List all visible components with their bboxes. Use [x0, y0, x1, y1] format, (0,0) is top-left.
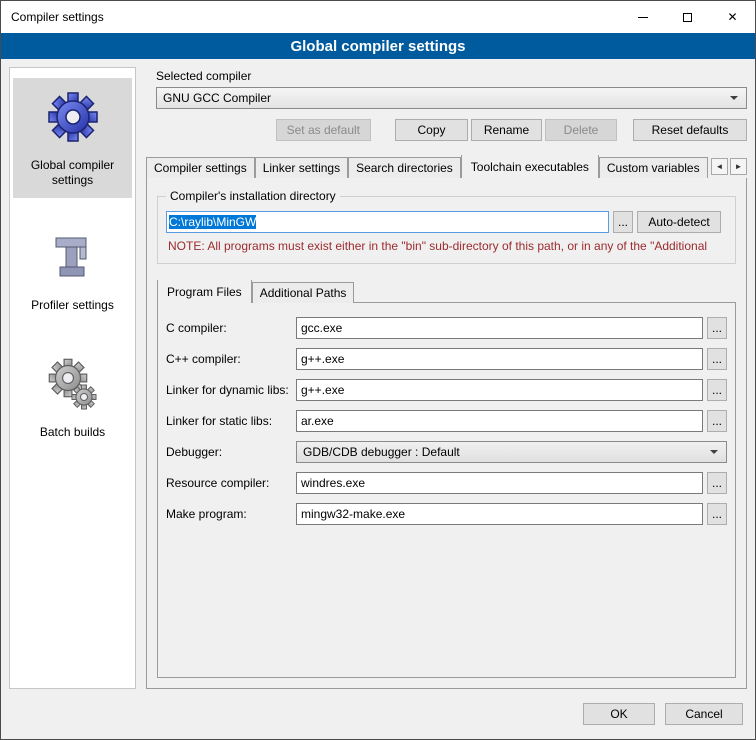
- tab-scroll-left-icon[interactable]: ◄: [711, 158, 728, 175]
- sidebar-item-profiler-settings[interactable]: Profiler settings: [13, 222, 132, 323]
- browse-static-linker-button[interactable]: ...: [707, 410, 727, 432]
- installation-directory-row: C:\raylib\MinGW ... Auto-detect: [166, 211, 721, 233]
- tab-program-files[interactable]: Program Files: [157, 280, 252, 303]
- copy-button[interactable]: Copy: [395, 119, 468, 141]
- make-program-label: Make program:: [166, 507, 296, 521]
- resource-compiler-input[interactable]: windres.exe: [296, 472, 703, 494]
- settings-sidebar: Global compiler settings Profiler settin…: [9, 67, 136, 689]
- field-row-resource-compiler: Resource compiler: windres.exe ...: [166, 472, 727, 494]
- tab-compiler-settings[interactable]: Compiler settings: [146, 157, 255, 178]
- delete-button[interactable]: Delete: [545, 119, 617, 141]
- sidebar-item-batch-builds[interactable]: Batch builds: [13, 347, 132, 450]
- dynamic-linker-label: Linker for dynamic libs:: [166, 383, 296, 397]
- browse-make-program-button[interactable]: ...: [707, 503, 727, 525]
- debugger-label: Debugger:: [166, 445, 296, 459]
- tab-custom-variables[interactable]: Custom variables: [599, 157, 708, 178]
- profiler-icon: [44, 230, 102, 288]
- dynamic-linker-input[interactable]: g++.exe: [296, 379, 703, 401]
- browse-resource-compiler-button[interactable]: ...: [707, 472, 727, 494]
- debugger-value: GDB/CDB debugger : Default: [303, 445, 460, 459]
- bin-subdirectory-note: NOTE: All programs must exist either in …: [168, 239, 721, 253]
- tab-search-directories[interactable]: Search directories: [348, 157, 461, 178]
- rename-button[interactable]: Rename: [471, 119, 542, 141]
- installation-directory-title: Compiler's installation directory: [166, 189, 340, 203]
- tab-toolchain-executables[interactable]: Toolchain executables: [461, 155, 599, 178]
- browse-c-compiler-button[interactable]: ...: [707, 317, 727, 339]
- compiler-buttons-row: Set as default Copy Rename Delete Reset …: [146, 119, 747, 141]
- sidebar-item-label: Batch builds: [40, 425, 105, 440]
- maximize-icon: [683, 13, 692, 22]
- tab-scroll-buttons: ◄ ►: [708, 155, 747, 178]
- dialog-footer: OK Cancel: [1, 697, 755, 739]
- field-row-c-compiler: C compiler: gcc.exe ...: [166, 317, 727, 339]
- field-row-debugger: Debugger: GDB/CDB debugger : Default: [166, 441, 727, 463]
- field-row-static-linker: Linker for static libs: ar.exe ...: [166, 410, 727, 432]
- field-row-cpp-compiler: C++ compiler: g++.exe ...: [166, 348, 727, 370]
- c-compiler-input[interactable]: gcc.exe: [296, 317, 703, 339]
- tab-linker-settings[interactable]: Linker settings: [255, 157, 348, 178]
- program-files-tabstrip: Program Files Additional Paths: [157, 280, 736, 303]
- auto-detect-button[interactable]: Auto-detect: [637, 211, 721, 233]
- page-title: Global compiler settings: [1, 33, 755, 59]
- main-area: Selected compiler GNU GCC Compiler Set a…: [146, 67, 747, 689]
- browse-directory-button[interactable]: ...: [613, 211, 633, 233]
- selected-compiler-value: GNU GCC Compiler: [163, 91, 271, 105]
- ok-button[interactable]: OK: [583, 703, 655, 725]
- gear-blue-icon: [42, 86, 104, 148]
- tab-additional-paths[interactable]: Additional Paths: [252, 282, 355, 303]
- set-as-default-button[interactable]: Set as default: [276, 119, 371, 141]
- close-button[interactable]: ✕: [710, 1, 755, 33]
- selected-compiler-dropdown[interactable]: GNU GCC Compiler: [156, 87, 747, 109]
- field-row-dynamic-linker: Linker for dynamic libs: g++.exe ...: [166, 379, 727, 401]
- program-files-panel: C compiler: gcc.exe ... C++ compiler: g+…: [157, 302, 736, 678]
- cpp-compiler-input[interactable]: g++.exe: [296, 348, 703, 370]
- toolchain-executables-panel: Compiler's installation directory C:\ray…: [146, 177, 747, 689]
- debugger-dropdown[interactable]: GDB/CDB debugger : Default: [296, 441, 727, 463]
- batch-builds-icon: [43, 355, 103, 415]
- sidebar-item-label: Profiler settings: [31, 298, 114, 313]
- close-icon: ✕: [727, 11, 737, 23]
- installation-dir-input[interactable]: C:\raylib\MinGW: [166, 211, 609, 233]
- static-linker-label: Linker for static libs:: [166, 414, 296, 428]
- titlebar: Compiler settings ✕: [1, 1, 755, 33]
- settings-tabstrip: Compiler settings Linker settings Search…: [146, 155, 747, 178]
- reset-defaults-button[interactable]: Reset defaults: [633, 119, 747, 141]
- installation-directory-groupbox: Compiler's installation directory C:\ray…: [157, 196, 736, 264]
- c-compiler-label: C compiler:: [166, 321, 296, 335]
- cpp-compiler-label: C++ compiler:: [166, 352, 296, 366]
- resource-compiler-label: Resource compiler:: [166, 476, 296, 490]
- browse-dynamic-linker-button[interactable]: ...: [707, 379, 727, 401]
- browse-cpp-compiler-button[interactable]: ...: [707, 348, 727, 370]
- sidebar-item-label: Global compiler settings: [17, 158, 128, 188]
- static-linker-input[interactable]: ar.exe: [296, 410, 703, 432]
- cancel-button[interactable]: Cancel: [665, 703, 743, 725]
- window-title: Compiler settings: [1, 10, 620, 24]
- field-row-make-program: Make program: mingw32-make.exe ...: [166, 503, 727, 525]
- tab-scroll-right-icon[interactable]: ►: [730, 158, 747, 175]
- maximize-button[interactable]: [665, 1, 710, 33]
- dialog-content: Global compiler settings Profiler settin…: [1, 59, 755, 697]
- minimize-button[interactable]: [620, 1, 665, 33]
- minimize-icon: [638, 17, 648, 18]
- compiler-settings-dialog: Compiler settings ✕ Global compiler sett…: [0, 0, 756, 740]
- installation-dir-value: C:\raylib\MinGW: [169, 215, 256, 229]
- sidebar-item-global-compiler-settings[interactable]: Global compiler settings: [13, 78, 132, 198]
- selected-compiler-label: Selected compiler: [156, 69, 747, 83]
- make-program-input[interactable]: mingw32-make.exe: [296, 503, 703, 525]
